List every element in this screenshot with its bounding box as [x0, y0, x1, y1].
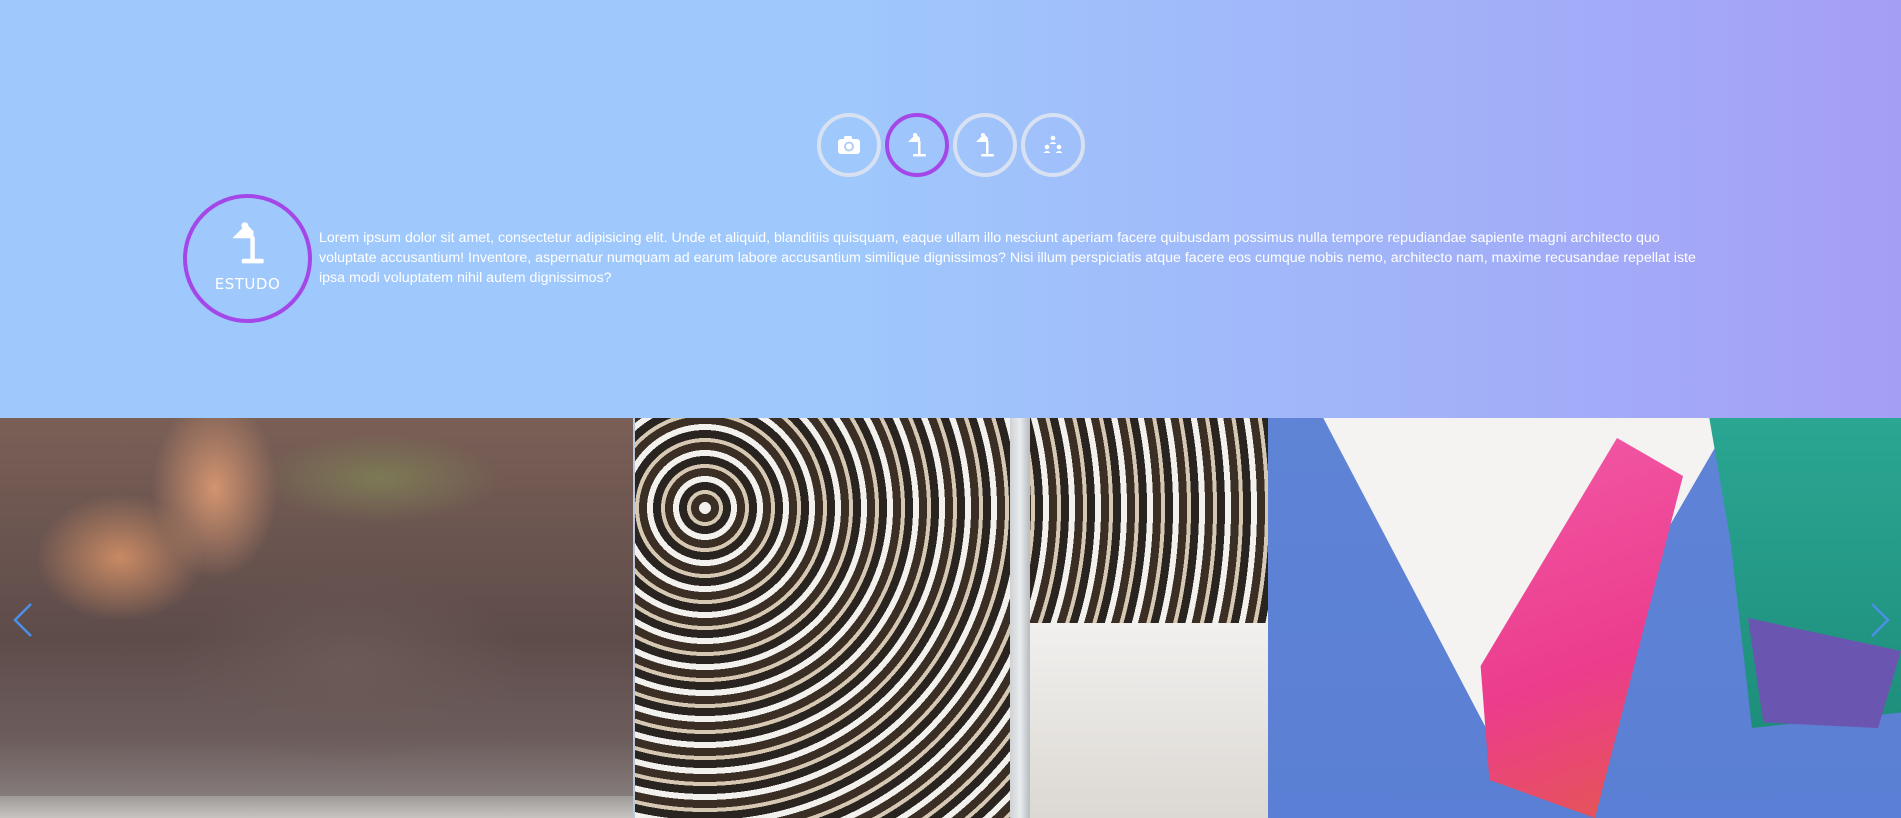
desk-lamp-icon: [231, 221, 264, 263]
tab-people[interactable]: [1021, 113, 1085, 177]
tab-study[interactable]: [885, 113, 949, 177]
hero-section: ESTUDO Lorem ipsum dolor sit amet, conse…: [0, 0, 1901, 418]
tab-lamp[interactable]: [953, 113, 1017, 177]
carousel-next-button[interactable]: [1865, 600, 1895, 640]
category-tabs: [817, 113, 1085, 177]
people-icon: [1043, 135, 1063, 153]
desk-lamp-icon: [976, 133, 994, 157]
gate-wall: [1030, 623, 1268, 818]
feature-badge: ESTUDO: [183, 194, 312, 323]
carousel-prev-button[interactable]: [8, 600, 38, 640]
gate-pillar: [1010, 418, 1030, 818]
chevron-left-icon: [13, 603, 32, 637]
chevron-right-icon: [1871, 603, 1890, 637]
carousel-slide-hands-water: [0, 418, 633, 818]
desk-lamp-icon: [908, 133, 926, 157]
feature-description: Lorem ipsum dolor sit amet, consectetur …: [319, 230, 1696, 286]
tab-camera[interactable]: [817, 113, 881, 177]
carousel-slide-flags: [1268, 418, 1901, 818]
image-carousel: [0, 418, 1901, 818]
carousel-slide-iron-gate: [633, 418, 1268, 818]
camera-icon: [838, 136, 860, 154]
feature-title: ESTUDO: [214, 274, 281, 293]
